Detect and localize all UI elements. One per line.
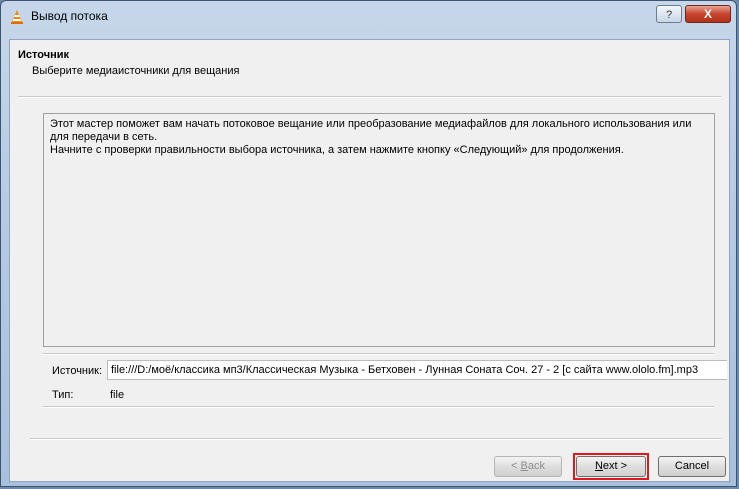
- help-button[interactable]: ?: [656, 5, 682, 23]
- close-button[interactable]: X: [685, 5, 731, 23]
- title-bar[interactable]: Вывод потока ? X: [1, 1, 736, 31]
- wizard-page: Источник Выберите медиаисточники для вещ…: [9, 39, 730, 482]
- type-value: file: [110, 389, 125, 401]
- next-button[interactable]: Next >: [576, 456, 646, 477]
- description-line-1: Этот мастер поможет вам начать потоковое…: [50, 118, 692, 143]
- back-mnemonic: B: [520, 460, 528, 472]
- description-box: Этот мастер поможет вам начать потоковое…: [43, 113, 715, 347]
- page-subtitle: Выберите медиаисточники для вещания: [32, 65, 240, 77]
- source-field[interactable]: file:///D:/моё/классика мп3/Классическая…: [107, 360, 727, 380]
- back-button[interactable]: < Back: [494, 456, 562, 477]
- next-rest: ext >: [602, 460, 628, 472]
- vlc-cone-icon: [11, 10, 23, 24]
- next-mnemonic: N: [594, 460, 603, 472]
- stream-output-dialog: Вывод потока ? X Источник Выберите медиа…: [0, 0, 737, 487]
- page-title: Источник: [18, 49, 70, 61]
- description-line-2: Начните с проверки правильности выбора и…: [50, 144, 624, 156]
- wizard-header: Источник Выберите медиаисточники для вещ…: [10, 40, 729, 95]
- back-rest: ack: [527, 460, 545, 472]
- cancel-button[interactable]: Cancel: [658, 456, 726, 477]
- source-label: Источник:: [52, 365, 103, 377]
- window-title: Вывод потока: [31, 9, 108, 23]
- header-divider: [18, 96, 721, 98]
- type-label: Тип:: [52, 389, 74, 401]
- source-divider: [43, 353, 714, 355]
- back-prefix: <: [511, 460, 521, 472]
- type-divider: [43, 406, 714, 408]
- button-bar-divider: [30, 438, 721, 440]
